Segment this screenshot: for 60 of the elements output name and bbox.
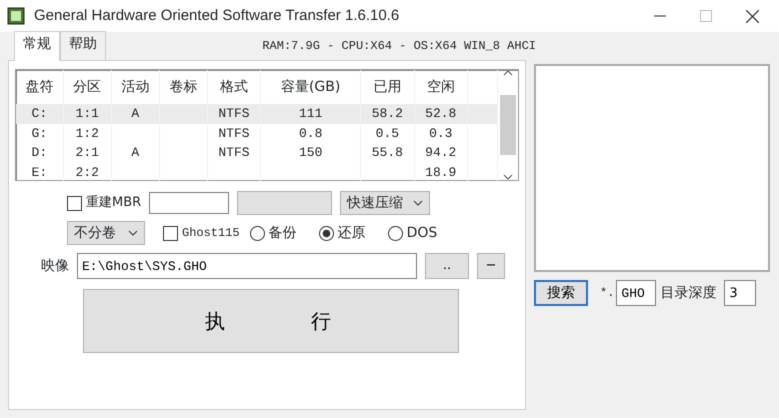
- column-header[interactable]: 活动: [121, 78, 150, 94]
- table-cell: 150: [298, 145, 322, 160]
- tab[interactable]: 帮助: [60, 31, 106, 60]
- column-header[interactable]: 已用: [373, 78, 402, 94]
- input-field[interactable]: [149, 192, 230, 214]
- table-cell: 111: [298, 106, 322, 121]
- scroll-down-icon[interactable]: [503, 174, 513, 180]
- column-header[interactable]: 格式: [220, 78, 248, 94]
- table-cell: E:: [32, 164, 48, 180]
- browse-button[interactable]: ..: [425, 253, 469, 279]
- column-header[interactable]: 容量(GB): [280, 78, 340, 94]
- table-cell: 0.5: [376, 126, 400, 140]
- table-cell: D:: [32, 145, 48, 160]
- table-cell: 2:2: [76, 164, 99, 180]
- table-cell: 0.8: [298, 126, 322, 140]
- split-dropdown[interactable]: 不分卷: [67, 221, 145, 245]
- rebuild-mbr-checkbox[interactable]: 重建MBR: [67, 193, 142, 213]
- extension-prefix: *.: [600, 285, 614, 302]
- app-icon: [6, 6, 26, 26]
- table-cell: C:: [32, 106, 48, 121]
- chevron-down-icon[interactable]: [413, 200, 424, 206]
- table-cell: 18.9: [425, 164, 456, 180]
- mode-radio[interactable]: 还原: [318, 222, 366, 244]
- depth-field[interactable]: 3: [724, 280, 756, 306]
- scrollbar-thumb[interactable]: [500, 95, 516, 155]
- image-label: 映像: [41, 256, 69, 276]
- close-button[interactable]: [746, 10, 759, 22]
- table-cell: 1:1: [76, 106, 99, 121]
- table-cell: NTFS: [218, 145, 250, 160]
- column-header[interactable]: 盘符: [25, 78, 54, 94]
- extension-field[interactable]: GHO: [616, 280, 656, 306]
- execute-button[interactable]: 执 行: [83, 289, 459, 353]
- table-cell: 94.2: [425, 145, 456, 160]
- mode-radio[interactable]: DOS: [388, 222, 438, 244]
- search-button[interactable]: 搜索: [534, 280, 588, 306]
- mode-radio[interactable]: 备份: [250, 222, 297, 244]
- table-cell: G:: [32, 126, 48, 140]
- table-cell: A: [131, 145, 140, 160]
- table-cell: 55.8: [372, 145, 403, 160]
- table-cell: A: [131, 106, 140, 121]
- table-cell: 52.8: [425, 106, 456, 121]
- chevron-down-icon[interactable]: [128, 230, 138, 236]
- column-header[interactable]: 卷标: [169, 78, 198, 94]
- compression-dropdown[interactable]: 快速压缩: [340, 191, 430, 215]
- remove-button[interactable]: −: [477, 253, 505, 279]
- table-cell: 2:1: [76, 145, 99, 160]
- scroll-up-icon[interactable]: [503, 70, 513, 76]
- system-info: RAM:7.9G - CPU:X64 - OS:X64 WIN_8 AHCI: [262, 38, 536, 55]
- table-cell: NTFS: [218, 126, 250, 140]
- depth-label: 目录深度: [660, 284, 716, 302]
- table-cell: 1:2: [76, 126, 99, 140]
- image-path-field[interactable]: E:\Ghost\SYS.GHO: [77, 253, 417, 279]
- table-cell: 0.3: [429, 126, 452, 140]
- table-cell: 58.2: [372, 106, 403, 121]
- window-title: General Hardware Oriented Software Transfer 1.6.10.6: [34, 6, 400, 26]
- tab[interactable]: 常规: [14, 31, 60, 61]
- column-header[interactable]: 空闲: [426, 78, 455, 94]
- column-header[interactable]: 分区: [73, 78, 102, 94]
- ghost115-checkbox[interactable]: Ghost115: [163, 224, 240, 242]
- table-cell: NTFS: [218, 106, 250, 121]
